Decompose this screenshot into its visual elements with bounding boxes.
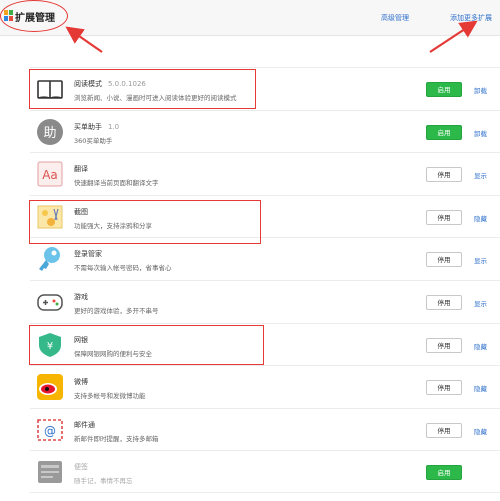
disable-button[interactable]: 停用	[426, 209, 462, 225]
notes-icon	[38, 461, 62, 484]
svg-text:Aa: Aa	[42, 168, 58, 182]
extension-name: 翻译	[74, 165, 88, 174]
annotation-box-reading-mode	[29, 69, 256, 109]
extension-description: 支持多帐号和发微博功能	[74, 392, 146, 401]
extension-row-translate: Aa 翻译 快速翻译当前页面和翻译文字 停用 显示	[30, 152, 500, 195]
extension-description: 新邮件即时提醒，支持多邮箱	[74, 434, 159, 443]
weibo-icon	[37, 374, 63, 401]
hide-link[interactable]: 隐藏	[474, 383, 487, 393]
disable-button[interactable]: 停用	[426, 337, 462, 353]
extension-name: 便签	[74, 463, 88, 472]
add-more-extensions-link[interactable]: 添加更多扩展	[450, 13, 492, 23]
extension-row-games: 游戏 更好的游戏体验，多开不串号 停用 显示	[30, 279, 500, 323]
top-bar: 扩展管理 高级管理 添加更多扩展	[0, 0, 500, 36]
extension-row-weibo: 微博 支持多帐号和发微博功能 停用 隐藏	[30, 365, 500, 408]
extension-description: 随手记，事情不再忘	[74, 477, 133, 486]
disable-button[interactable]: 停用	[426, 380, 462, 396]
annotation-ellipse	[0, 0, 68, 32]
extension-description: 360买单助手	[74, 136, 113, 145]
extension-name: 登录管家	[74, 250, 102, 259]
svg-text:助: 助	[43, 126, 56, 141]
extension-description: 更好的游戏体验，多开不串号	[74, 306, 159, 315]
extension-description: 快速翻译当前页面和翻译文字	[74, 179, 159, 188]
extension-name: 邮件通	[74, 420, 95, 429]
annotation-box-screenshot	[29, 200, 261, 244]
mail-icon: @	[37, 418, 63, 441]
extension-row-notes: 便签 随手记，事情不再忘 启用	[30, 450, 500, 493]
uninstall-link[interactable]: 卸载	[474, 85, 487, 95]
show-link[interactable]: 显示	[474, 298, 487, 308]
extension-row-mail: @ 邮件通 新邮件即时提醒，支持多邮箱 停用 隐藏	[30, 407, 500, 451]
extension-name: 游戏	[74, 292, 88, 301]
enable-button[interactable]: 启用	[426, 465, 462, 481]
disable-button[interactable]: 停用	[426, 294, 462, 310]
key-icon	[39, 247, 60, 272]
translate-icon: Aa	[37, 161, 63, 187]
show-link[interactable]: 显示	[474, 255, 487, 265]
disable-button[interactable]: 停用	[426, 252, 462, 268]
svg-text:@: @	[44, 424, 56, 438]
enable-button[interactable]: 启用	[426, 124, 462, 140]
disable-button[interactable]: 停用	[426, 167, 462, 183]
extension-row-purchase-helper: 助 买单助手 1.0 360买单助手 启用 卸载	[30, 109, 500, 153]
extension-list: 阅读模式 5.0.0.1026 浏览新闻、小说、漫画时可进入阅读体验更好的阅读模式…	[30, 67, 500, 493]
hide-link[interactable]: 隐藏	[474, 426, 487, 436]
enable-button[interactable]: 启用	[426, 82, 462, 97]
extension-name: 买单助手 1.0	[74, 122, 120, 131]
disable-button[interactable]: 停用	[426, 422, 462, 438]
hide-link[interactable]: 隐藏	[474, 341, 487, 351]
show-link[interactable]: 显示	[474, 170, 487, 180]
hide-link[interactable]: 隐藏	[474, 213, 487, 223]
uninstall-link[interactable]: 卸载	[474, 128, 487, 138]
extension-description: 不需每次输入帐号密码，省事省心	[74, 264, 172, 273]
advanced-management-link[interactable]: 高级管理	[381, 13, 409, 23]
gamepad-icon	[37, 294, 63, 311]
annotation-box-banking	[29, 325, 264, 365]
helper-icon: 助	[37, 118, 63, 145]
extension-name: 微博	[74, 378, 88, 387]
